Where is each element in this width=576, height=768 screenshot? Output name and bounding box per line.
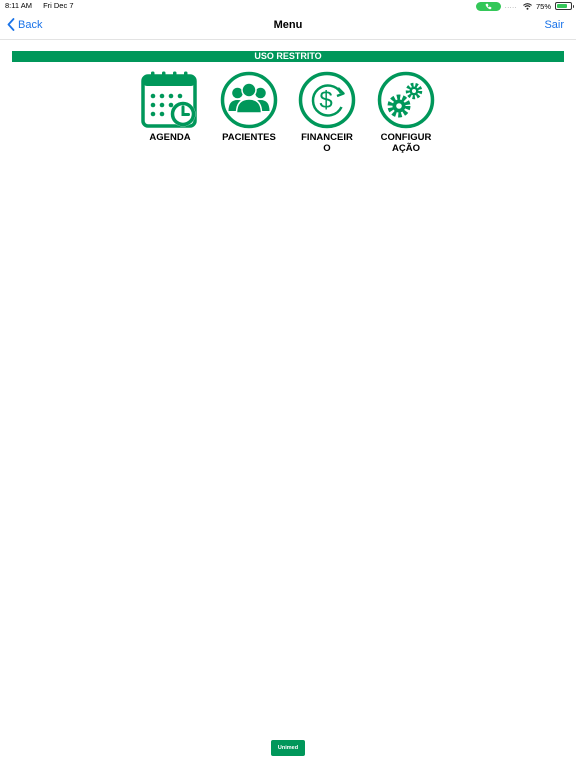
svg-text:$: $ bbox=[319, 87, 332, 114]
status-left: 8:11 AM Fri Dec 7 bbox=[5, 1, 82, 10]
battery-percent: 75% bbox=[535, 1, 551, 11]
status-date: Fri Dec 7 bbox=[43, 1, 74, 10]
logo-text: Unimed bbox=[277, 745, 299, 751]
status-bar: 8:11 AM Fri Dec 7 ..... 75% bbox=[0, 0, 576, 12]
money-cycle-icon: $ bbox=[298, 71, 356, 129]
menu-label-configuracao: CONFIGURAÇÃO bbox=[380, 132, 432, 154]
menu-item-agenda[interactable]: AGENDA bbox=[130, 71, 210, 143]
gears-icon bbox=[377, 71, 435, 129]
unimed-logo: Unimed bbox=[271, 740, 305, 756]
menu-item-pacientes[interactable]: PACIENTES bbox=[209, 71, 289, 143]
sair-button[interactable]: Sair bbox=[544, 19, 564, 31]
menu-item-configuracao[interactable]: CONFIGURAÇÃO bbox=[366, 71, 446, 154]
status-right: ..... 75% bbox=[475, 1, 574, 11]
calendar-clock-icon bbox=[141, 71, 197, 128]
navigation-bar: Back Menu Sair bbox=[0, 12, 576, 40]
page-title: Menu bbox=[273, 19, 303, 31]
menu-label-agenda: AGENDA bbox=[149, 132, 191, 143]
restricted-banner: USO RESTRITO bbox=[12, 51, 564, 62]
status-time: 8:11 AM bbox=[5, 1, 32, 10]
menu-item-financeiro[interactable]: $ FINANCEIRO bbox=[287, 71, 367, 154]
battery-fill bbox=[557, 4, 567, 8]
menu-label-pacientes: PACIENTES bbox=[222, 132, 276, 143]
patients-group-icon bbox=[220, 71, 278, 129]
phone-icon bbox=[485, 3, 492, 9]
wifi-icon bbox=[523, 2, 532, 10]
signal-indicator: ..... bbox=[504, 2, 517, 10]
call-indicator[interactable] bbox=[475, 1, 501, 11]
battery-icon bbox=[555, 2, 574, 10]
menu-label-financeiro: FINANCEIRO bbox=[301, 132, 353, 154]
